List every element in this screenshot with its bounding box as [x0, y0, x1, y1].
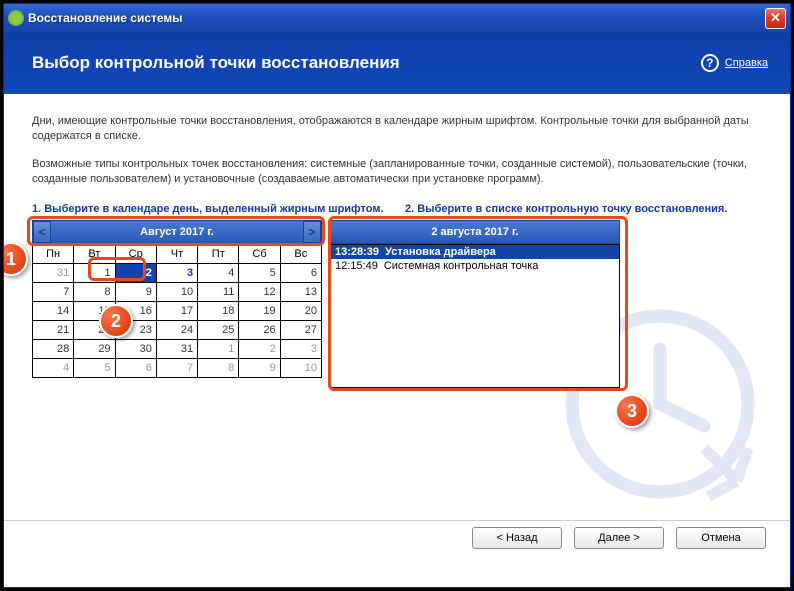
back-button[interactable]: < Назад	[472, 527, 562, 549]
calendar-cell[interactable]: 17	[156, 301, 197, 320]
help-area: ? Справка	[701, 54, 768, 72]
restore-points-panel: 2 августа 2017 г. 13:28:39 Установка драй…	[330, 220, 620, 388]
list-header: 2 августа 2017 г.	[330, 220, 620, 244]
calendar-day-header: Пт	[198, 244, 239, 263]
calendar-cell[interactable]: 11	[198, 282, 239, 301]
restore-point-item[interactable]: 12:15:49 Системная контрольная точка	[331, 259, 619, 273]
next-month-button[interactable]: >	[303, 221, 321, 243]
help-icon[interactable]: ?	[701, 54, 719, 72]
calendar-cell[interactable]: 25	[198, 320, 239, 339]
calendar-cell[interactable]: 7	[33, 282, 74, 301]
calendar-cell[interactable]: 6	[280, 263, 321, 282]
calendar-cell[interactable]: 28	[33, 339, 74, 358]
calendar-day-header: Ср	[115, 244, 156, 263]
header: Выбор контрольной точки восстановления ?…	[4, 32, 790, 94]
calendar-cell[interactable]: 7	[156, 358, 197, 377]
calendar-cell[interactable]: 1	[198, 339, 239, 358]
calendar-cell[interactable]: 3	[156, 263, 197, 282]
calendar-cell[interactable]: 5	[239, 263, 280, 282]
calendar-cell[interactable]: 2	[115, 263, 156, 282]
calendar-cell[interactable]: 14	[33, 301, 74, 320]
restore-point-label: Установка драйвера	[385, 246, 496, 258]
restore-point-label: Системная контрольная точка	[384, 260, 539, 272]
prev-month-button[interactable]: <	[33, 221, 51, 243]
calendar-cell[interactable]: 24	[156, 320, 197, 339]
calendar-day-header: Чт	[156, 244, 197, 263]
intro-text-1: Дни, имеющие контрольные точки восстанов…	[32, 114, 762, 145]
calendar-cell[interactable]: 13	[280, 282, 321, 301]
intro-text-2: Возможные типы контрольных точек восстан…	[32, 157, 762, 188]
calendar-panel: < Август 2017 г. > ПнВтСрЧтПтСбВс 311234…	[32, 220, 322, 388]
app-icon	[8, 10, 24, 26]
calendar-cell[interactable]: 4	[198, 263, 239, 282]
calendar-cell[interactable]: 26	[239, 320, 280, 339]
calendar-cell[interactable]: 9	[239, 358, 280, 377]
cancel-button[interactable]: Отмена	[676, 527, 766, 549]
calendar-cell[interactable]: 30	[115, 339, 156, 358]
restore-point-time: 13:28:39	[335, 246, 379, 258]
window-title: Восстановление системы	[28, 11, 765, 25]
restore-point-item[interactable]: 13:28:39 Установка драйвера	[331, 245, 619, 259]
calendar-cell[interactable]: 3	[280, 339, 321, 358]
step1-label: 1. Выберите в календаре день, выделенный…	[32, 202, 389, 216]
calendar-day-header: Вс	[280, 244, 321, 263]
annotation-2: 2	[99, 304, 133, 338]
page-title: Выбор контрольной точки восстановления	[32, 53, 400, 73]
next-button[interactable]: Далее >	[574, 527, 664, 549]
calendar-cell[interactable]: 10	[280, 358, 321, 377]
calendar-cell[interactable]: 31	[33, 263, 74, 282]
list-date: 2 августа 2017 г.	[331, 226, 619, 238]
calendar-day-header: Пн	[33, 244, 74, 263]
calendar-cell[interactable]: 31	[156, 339, 197, 358]
calendar-cell[interactable]: 1	[74, 263, 115, 282]
calendar-cell[interactable]: 29	[74, 339, 115, 358]
calendar-cell[interactable]: 8	[198, 358, 239, 377]
window: Восстановление системы ✕ Выбор контрольн…	[3, 3, 791, 588]
content: Дни, имеющие контрольные точки восстанов…	[4, 94, 790, 554]
calendar-cell[interactable]: 4	[33, 358, 74, 377]
calendar-cell[interactable]: 21	[33, 320, 74, 339]
calendar-cell[interactable]: 2	[239, 339, 280, 358]
calendar-header: < Август 2017 г. >	[32, 220, 322, 244]
annotation-3: 3	[615, 394, 649, 428]
calendar-day-header: Сб	[239, 244, 280, 263]
restore-point-time: 12:15:49	[335, 260, 378, 272]
close-icon[interactable]: ✕	[765, 8, 786, 29]
titlebar[interactable]: Восстановление системы ✕	[4, 4, 790, 32]
step2-label: 2. Выберите в списке контрольную точку в…	[405, 202, 762, 216]
calendar-cell[interactable]: 5	[74, 358, 115, 377]
wizard-footer: < Назад Далее > Отмена	[4, 520, 790, 554]
calendar-cell[interactable]: 12	[239, 282, 280, 301]
calendar-cell[interactable]: 8	[74, 282, 115, 301]
calendar-day-header: Вт	[74, 244, 115, 263]
calendar-month: Август 2017 г.	[51, 226, 303, 238]
calendar-cell[interactable]: 27	[280, 320, 321, 339]
calendar-cell[interactable]: 18	[198, 301, 239, 320]
calendar-cell[interactable]: 6	[115, 358, 156, 377]
calendar-grid[interactable]: ПнВтСрЧтПтСбВс 3112345678910111213141516…	[32, 244, 322, 378]
annotation-1: 1	[4, 242, 28, 276]
calendar-cell[interactable]: 10	[156, 282, 197, 301]
calendar-cell[interactable]: 19	[239, 301, 280, 320]
help-link[interactable]: Справка	[725, 57, 768, 69]
restore-points-list[interactable]: 13:28:39 Установка драйвера 12:15:49 Систем…	[330, 244, 620, 388]
calendar-cell[interactable]: 20	[280, 301, 321, 320]
calendar-cell[interactable]: 9	[115, 282, 156, 301]
